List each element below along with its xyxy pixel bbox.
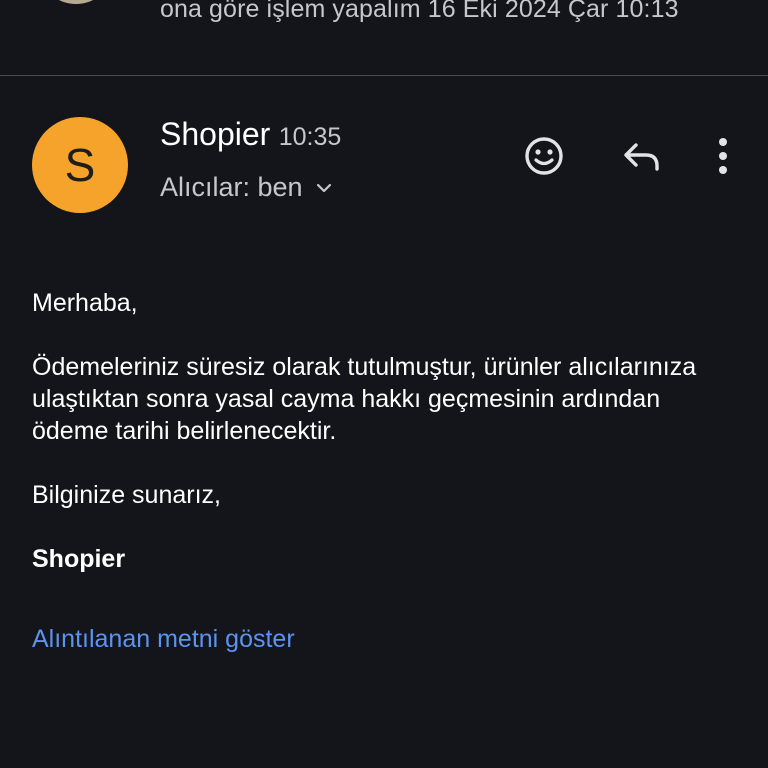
email-signature: Shopier bbox=[32, 545, 126, 573]
email-thread-view: ona göre işlem yapalım 16 Eki 2024 Çar 1… bbox=[0, 0, 768, 768]
reply-icon bbox=[624, 143, 659, 171]
recipients-toggle[interactable]: Alıcılar: ben bbox=[160, 172, 333, 203]
reply-button[interactable] bbox=[617, 132, 665, 180]
more-vert-icon bbox=[719, 138, 727, 174]
sender-avatar[interactable]: S bbox=[32, 117, 128, 213]
message-time: 10:35 bbox=[278, 123, 342, 151]
message-divider bbox=[0, 75, 768, 76]
smiley-icon bbox=[525, 137, 563, 175]
email-paragraph: Ödemeleriniz süresiz olarak tutulmuştur,… bbox=[32, 353, 697, 445]
add-reaction-button[interactable] bbox=[520, 132, 568, 180]
email-closing: Bilginize sunarız, bbox=[32, 481, 221, 509]
email-greeting: Merhaba, bbox=[32, 289, 138, 317]
more-options-button[interactable] bbox=[699, 132, 747, 180]
sender-name[interactable]: Shopier bbox=[160, 116, 270, 152]
chevron-down-icon bbox=[316, 183, 331, 192]
previous-message-collapsed[interactable]: ona göre işlem yapalım 16 Eki 2024 Çar 1… bbox=[0, 0, 768, 75]
recipients-label: Alıcılar: ben bbox=[160, 172, 303, 202]
sender-line: Shopier 10:35 bbox=[160, 116, 341, 153]
previous-sender-avatar bbox=[44, 0, 108, 4]
previous-message-snippet: ona göre işlem yapalım 16 Eki 2024 Çar 1… bbox=[160, 0, 679, 23]
show-quoted-text-link[interactable]: Alıntılanan metni göster bbox=[32, 623, 295, 655]
avatar-letter: S bbox=[64, 139, 96, 191]
